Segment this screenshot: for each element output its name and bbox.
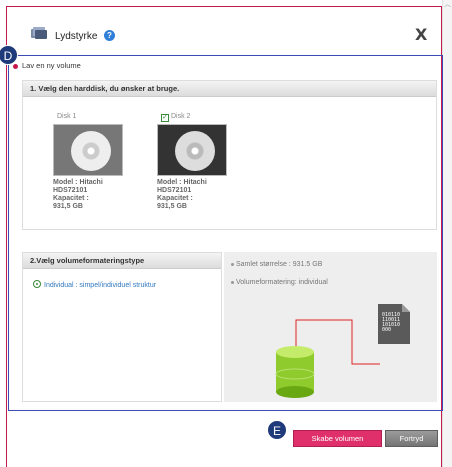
- disk-1-capacity: 931,5 GB: [53, 203, 83, 210]
- disk-1-model-id: HDS72101: [53, 187, 88, 194]
- annotation-badge-e: E: [267, 420, 287, 440]
- disk-2-label: Disk 2: [171, 113, 191, 120]
- disk-2-label-row: ✓ Disk 2: [153, 111, 235, 123]
- volume-summary: Samlet størrelse : 931.5 GB Volumeformat…: [224, 252, 437, 402]
- disk-2-capacity: 931,5 GB: [157, 203, 187, 210]
- disk-selection-section: 1. Vælg den harddisk, du ønsker at bruge…: [22, 80, 437, 230]
- cancel-button[interactable]: Fortryd: [385, 430, 438, 447]
- individual-option[interactable]: Individual : simpel/individuel struktur: [33, 280, 156, 289]
- disk-selection-heading: 1. Vælg den harddisk, du ønsker at bruge…: [23, 81, 436, 97]
- disk-1-capacity-label: Kapacitet :: [53, 195, 89, 202]
- scrollbar[interactable]: ︿: [442, 0, 452, 467]
- close-button[interactable]: X: [415, 25, 427, 44]
- database-icon: [275, 346, 315, 398]
- disk-2-model-id: HDS72101: [157, 187, 192, 194]
- disk-2-capacity-label: Kapacitet :: [157, 195, 193, 202]
- new-volume-label: Lav en ny volume: [22, 61, 81, 70]
- new-volume-heading: Lav en ny volume: [13, 61, 81, 70]
- hard-disk-icon: [53, 124, 123, 176]
- individual-radio[interactable]: [33, 280, 41, 288]
- binary-bits: 010110 110011 101010 000: [382, 313, 400, 333]
- individual-option-label: Individual : simpel/individuel struktur: [44, 282, 157, 289]
- hard-disk-icon: [157, 124, 227, 176]
- scroll-up-icon[interactable]: ︿: [443, 0, 452, 10]
- format-type-section: 2.Vælg volumeformateringstype Individual…: [22, 252, 222, 402]
- volume-icon: [31, 27, 47, 39]
- disk-2-card[interactable]: ✓ Disk 2 Model : Hitachi HDS72101 Kapacit…: [153, 111, 235, 211]
- disk-2-checkbox[interactable]: ✓: [161, 114, 169, 122]
- format-type-heading: 2.Vælg volumeformateringstype: [23, 253, 221, 269]
- data-flow-diagram: [275, 304, 410, 398]
- create-volume-button[interactable]: Skabe volumen: [293, 430, 382, 447]
- disk-1-card[interactable]: Disk 1 Model : Hitachi HDS72101 Kapacite…: [49, 111, 131, 211]
- disk-platter: [71, 131, 111, 171]
- bullet-icon: [13, 63, 18, 69]
- disk-platter: [175, 131, 215, 171]
- bits-line: 000: [382, 327, 392, 333]
- disk-1-label: Disk 1: [57, 113, 77, 120]
- disk-2-model: Model : Hitachi: [157, 179, 207, 186]
- help-icon[interactable]: ?: [104, 30, 115, 41]
- disk-1-model: Model : Hitachi: [53, 179, 103, 186]
- disk-1-info: Model : Hitachi HDS72101 Kapacitet : 931…: [49, 179, 131, 211]
- dialog-title: Lydstyrke: [55, 31, 98, 42]
- disk-2-info: Model : Hitachi HDS72101 Kapacitet : 931…: [153, 179, 235, 211]
